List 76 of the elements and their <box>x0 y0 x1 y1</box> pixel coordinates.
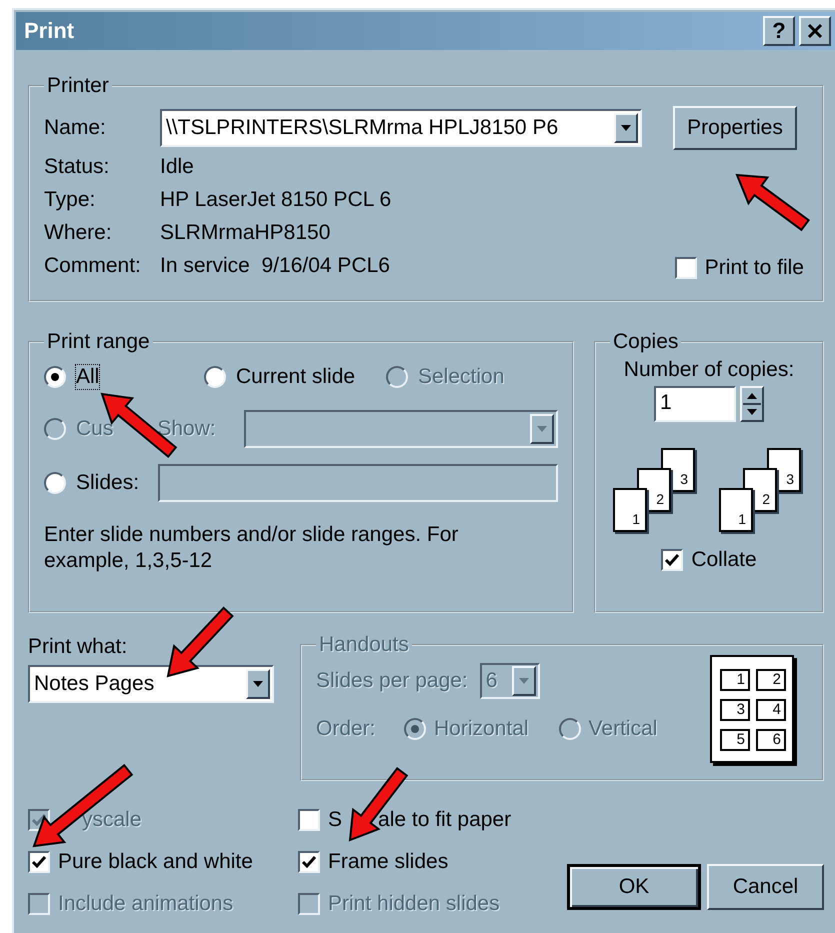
properties-button[interactable]: Properties <box>673 106 797 150</box>
radio-label: Cus <box>76 417 114 441</box>
slide-slot: 6 <box>756 729 786 751</box>
dialog-button[interactable]: Cancel <box>707 864 824 910</box>
slide-slot: 2 <box>756 669 786 691</box>
checkbox[interactable] <box>28 851 50 873</box>
checkbox-label: Pure black and white <box>58 850 253 874</box>
checkbox-label: yscale <box>82 808 142 832</box>
checkbox[interactable] <box>661 549 684 571</box>
dialog-button[interactable]: OK <box>567 864 701 910</box>
info-value: In service 9/16/04 PCL6 <box>160 254 390 278</box>
custom-show-dropdown[interactable] <box>244 410 558 448</box>
radio-button[interactable] <box>44 366 66 388</box>
slides-input-field[interactable] <box>158 464 558 502</box>
caret-icon <box>518 677 530 685</box>
group-label: Copies <box>612 330 680 354</box>
info-value: SLRMrmaHP8150 <box>160 220 330 244</box>
field-label: Name: <box>44 116 107 140</box>
checkmark-icon <box>31 854 47 870</box>
group-label: Printer <box>46 74 110 98</box>
info-label: Where: <box>44 220 113 244</box>
radio-label: Selection <box>418 365 504 389</box>
checkbox-label: Print to file <box>704 256 804 280</box>
checkbox-label: S <box>328 808 342 832</box>
checkbox-label: Include animations <box>58 892 234 916</box>
radio-label: Slides: <box>76 471 140 495</box>
radio-label: Horizontal <box>434 717 529 741</box>
checkbox-label: Print hidden slides <box>328 892 500 916</box>
field-label: Order: <box>316 717 377 741</box>
print-what-dropdown[interactable]: Notes Pages <box>28 665 274 703</box>
window-title: Print <box>24 18 74 44</box>
info-value: Idle <box>160 154 194 178</box>
dropdown-arrow-button[interactable] <box>246 669 270 699</box>
caret-icon <box>536 425 548 433</box>
checkmark-icon <box>664 552 680 568</box>
info-label: Comment: <box>44 254 142 278</box>
copies-input-field[interactable]: 1 <box>654 386 736 422</box>
field-label: Print what: <box>28 635 128 659</box>
slide-slot: 5 <box>720 729 750 751</box>
group-label: Print range <box>46 330 151 354</box>
dropdown-arrow-button[interactable] <box>614 113 638 143</box>
checkbox[interactable] <box>674 257 697 279</box>
close-icon <box>806 22 824 40</box>
slide-slot: 3 <box>720 699 750 721</box>
radio-button[interactable] <box>44 472 66 494</box>
dropdown-arrow-button[interactable] <box>530 414 554 444</box>
printer-dropdown[interactable]: \\TSLPRINTERS\SLRMrma HPLJ8150 P6 <box>160 109 642 147</box>
annotation-arrow <box>166 606 234 678</box>
caret-icon <box>620 124 632 132</box>
checkbox[interactable] <box>298 809 320 831</box>
info-value: HP LaserJet 8150 PCL 6 <box>160 188 392 212</box>
checkmark-icon <box>31 812 47 828</box>
checkmark-icon <box>301 854 317 870</box>
checkbox-label: Collate <box>691 548 757 572</box>
checkbox-label: ale to fit paper <box>378 808 512 832</box>
radio-label: Vertical <box>588 717 658 741</box>
page-sheet: 1 <box>613 488 647 532</box>
checkbox-label: Frame slides <box>328 850 448 874</box>
field-label: Number of copies: <box>624 358 794 382</box>
radio-label: Current slide <box>236 365 356 389</box>
radio-label: All <box>76 365 100 389</box>
field-label: Slides per page: <box>316 669 468 693</box>
info-label: Status: <box>44 154 110 178</box>
radio-button[interactable] <box>204 366 226 388</box>
page-sheet: 1 <box>719 488 753 532</box>
close-button[interactable] <box>799 16 831 46</box>
spin-buttons[interactable] <box>740 386 764 422</box>
checkbox[interactable] <box>298 851 320 873</box>
caret-icon <box>252 680 264 688</box>
radio-label: Show: <box>157 417 216 441</box>
info-label: Type: <box>44 188 96 212</box>
slide-slot: 1 <box>720 669 750 691</box>
help-button[interactable]: ? <box>763 16 795 46</box>
slide-slot: 4 <box>756 699 786 721</box>
group-label: Handouts <box>318 633 410 657</box>
hint-text: Enter slide numbers and/or slide ranges. For example, 1,3,5-12 <box>44 522 460 574</box>
